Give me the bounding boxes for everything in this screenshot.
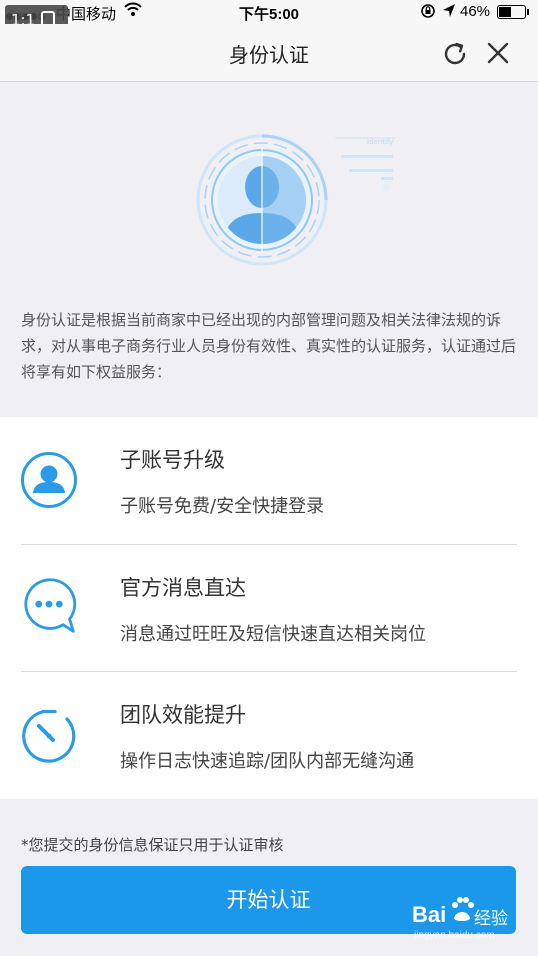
battery-icon bbox=[497, 5, 529, 19]
list-item: 团队效能提升 操作日志快速追踪/团队内部无缝沟通 bbox=[0, 671, 538, 798]
benefits-panel: 子账号升级 子账号免费/安全快捷登录 官方消息直达 消息通过旺旺及短信快速直达相… bbox=[0, 417, 538, 799]
rotation-lock-icon bbox=[420, 3, 436, 23]
identity-scan-illustration: Identify bbox=[196, 134, 395, 266]
intro-text: 身份认证是根据当前商家中已经出现的内部管理问题及相关法律法规的诉求，对从事电子商… bbox=[21, 311, 517, 381]
nav-bar: 身份认证 bbox=[0, 24, 538, 82]
benefit-title: 子账号升级 bbox=[120, 448, 225, 472]
benefit-desc: 操作日志快速追踪/团队内部无缝沟通 bbox=[120, 751, 415, 772]
location-arrow-icon bbox=[442, 3, 456, 23]
close-icon[interactable] bbox=[485, 40, 511, 66]
hero-label: Identify bbox=[367, 138, 393, 146]
watermark-suffix: 经验 bbox=[474, 909, 508, 928]
baidu-jingyan-watermark: Bai 经验 jingyan.baidu.com bbox=[412, 896, 534, 948]
refresh-icon[interactable] bbox=[441, 40, 469, 68]
user-icon bbox=[21, 452, 77, 508]
watermark-url: jingyan.baidu.com bbox=[414, 930, 495, 941]
benefit-title: 官方消息直达 bbox=[120, 576, 246, 600]
battery-percent: 46% bbox=[460, 3, 491, 20]
privacy-note: *您提交的身份信息保证只用于认证审核 bbox=[21, 836, 284, 854]
status-bar: 中国移动 下午5:00 46% bbox=[0, 0, 538, 24]
benefit-desc: 消息通过旺旺及短信快速直达相关岗位 bbox=[120, 624, 426, 645]
benefit-desc: 子账号免费/安全快捷登录 bbox=[120, 496, 325, 517]
paw-icon bbox=[452, 897, 474, 921]
watermark-brand: Bai bbox=[412, 902, 447, 927]
clock: 下午5:00 bbox=[238, 6, 300, 23]
list-item: 官方消息直达 消息通过旺旺及短信快速直达相关岗位 bbox=[0, 544, 538, 671]
benefit-title: 团队效能提升 bbox=[120, 703, 246, 727]
list-item: 子账号升级 子账号免费/安全快捷登录 bbox=[0, 417, 538, 544]
timer-icon bbox=[22, 709, 76, 763]
chat-bubble-icon bbox=[24, 578, 77, 633]
